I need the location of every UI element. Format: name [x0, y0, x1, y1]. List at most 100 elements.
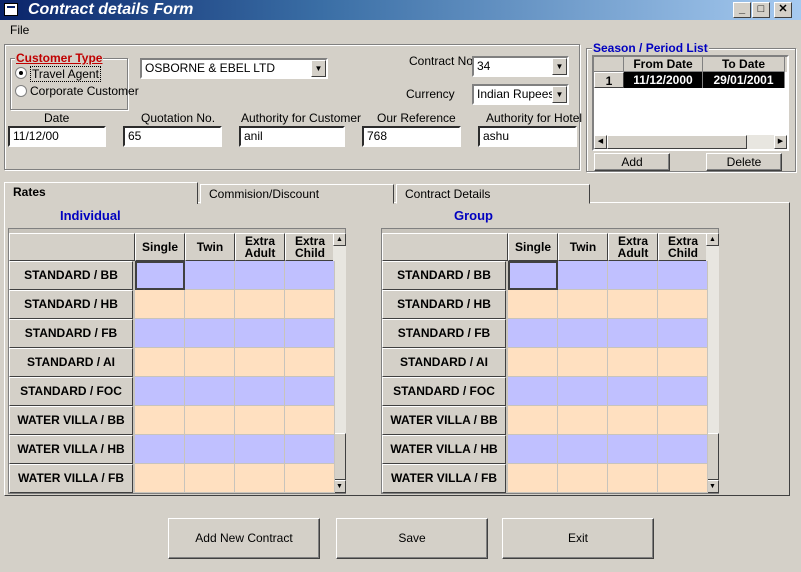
rate-cell[interactable] [558, 406, 608, 435]
tab-rates[interactable]: Rates [4, 182, 198, 204]
app-icon[interactable] [4, 3, 18, 16]
rate-cell[interactable] [658, 348, 708, 377]
rate-cell[interactable] [658, 290, 708, 319]
rate-cell[interactable] [558, 464, 608, 493]
rate-cell[interactable] [185, 319, 235, 348]
scroll-up-icon[interactable]: ▲ [706, 233, 719, 246]
rate-cell[interactable] [558, 261, 608, 290]
rate-cell[interactable] [508, 348, 558, 377]
add-new-contract-button[interactable]: Add New Contract [168, 518, 320, 559]
corporate-customer-label[interactable]: Corporate Customer [30, 84, 139, 98]
season-grid[interactable]: From Date To Date 1 11/12/2000 29/01/200… [592, 55, 789, 151]
rate-cell[interactable] [608, 435, 658, 464]
rate-cell[interactable] [135, 261, 185, 290]
authority-customer-field[interactable]: anil [239, 126, 345, 147]
rate-cell[interactable] [285, 377, 335, 406]
currency-select[interactable]: Indian Rupees ▼ [472, 84, 569, 105]
rate-cell[interactable] [508, 464, 558, 493]
rate-cell[interactable] [235, 319, 285, 348]
rate-cell[interactable] [285, 435, 335, 464]
rate-cell[interactable] [608, 319, 658, 348]
scroll-right-icon[interactable]: ▶ [774, 135, 787, 149]
season-row-index[interactable]: 1 [594, 72, 624, 88]
rate-cell[interactable] [608, 261, 658, 290]
rate-cell[interactable] [135, 348, 185, 377]
close-button[interactable]: ✕ [774, 2, 792, 18]
maximize-button[interactable]: □ [752, 2, 770, 18]
season-delete-button[interactable]: Delete [706, 153, 782, 171]
rate-cell[interactable] [235, 377, 285, 406]
rate-cell[interactable] [185, 261, 235, 290]
chevron-down-icon[interactable]: ▼ [311, 60, 326, 77]
rate-cell[interactable] [285, 406, 335, 435]
chevron-down-icon[interactable]: ▼ [552, 86, 567, 103]
individual-rate-grid[interactable]: Single Twin Extra Adult Extra Child ▲ ▼ ST… [8, 228, 346, 494]
rate-cell[interactable] [558, 319, 608, 348]
rate-cell[interactable] [185, 290, 235, 319]
rate-cell[interactable] [508, 319, 558, 348]
rate-cell[interactable] [235, 406, 285, 435]
rate-cell[interactable] [658, 319, 708, 348]
scroll-up-icon[interactable]: ▲ [333, 233, 346, 246]
rate-cell[interactable] [558, 377, 608, 406]
rate-cell[interactable] [608, 348, 658, 377]
season-hscroll[interactable]: ◀ ▶ [594, 135, 787, 149]
rate-cell[interactable] [135, 290, 185, 319]
date-field[interactable]: 11/12/00 [8, 126, 106, 147]
rate-cell[interactable] [185, 348, 235, 377]
rate-cell[interactable] [285, 290, 335, 319]
travel-agent-label[interactable]: Travel Agent [30, 66, 101, 82]
our-reference-field[interactable]: 768 [362, 126, 461, 147]
rate-cell[interactable] [508, 290, 558, 319]
rate-cell[interactable] [185, 435, 235, 464]
season-hscroll-thumb[interactable] [607, 135, 747, 149]
group-rate-grid[interactable]: Single Twin Extra Adult Extra Child ▲ ▼ ST… [381, 228, 719, 494]
exit-button[interactable]: Exit [502, 518, 654, 559]
contract-no-select[interactable]: 34 ▼ [472, 56, 569, 77]
rate-cell[interactable] [285, 348, 335, 377]
rate-cell[interactable] [135, 435, 185, 464]
tab-commission[interactable]: Commision/Discount [200, 184, 394, 204]
rate-cell[interactable] [235, 348, 285, 377]
tab-contract-details[interactable]: Contract Details [396, 184, 590, 204]
menu-file[interactable]: File [10, 23, 29, 37]
customer-select[interactable]: OSBORNE & EBEL LTD ▼ [140, 58, 328, 79]
season-row-to[interactable]: 29/01/2001 [703, 72, 785, 88]
rate-cell[interactable] [135, 319, 185, 348]
authority-hotel-field[interactable]: ashu [478, 126, 577, 147]
minimize-button[interactable]: _ [733, 2, 751, 18]
rate-cell[interactable] [558, 435, 608, 464]
rate-cell[interactable] [608, 406, 658, 435]
rate-cell[interactable] [658, 261, 708, 290]
season-add-button[interactable]: Add [594, 153, 670, 171]
rate-cell[interactable] [508, 406, 558, 435]
rate-cell[interactable] [608, 464, 658, 493]
rate-cell[interactable] [135, 406, 185, 435]
rate-cell[interactable] [508, 435, 558, 464]
rate-cell[interactable] [285, 261, 335, 290]
rate-cell[interactable] [658, 435, 708, 464]
scroll-left-icon[interactable]: ◀ [594, 135, 607, 149]
rate-cell[interactable] [235, 261, 285, 290]
rate-cell[interactable] [558, 348, 608, 377]
rate-cell[interactable] [135, 464, 185, 493]
rate-cell[interactable] [658, 464, 708, 493]
rate-cell[interactable] [285, 464, 335, 493]
rate-cell[interactable] [508, 377, 558, 406]
radio-corporate-customer[interactable] [15, 85, 27, 97]
rate-cell[interactable] [608, 377, 658, 406]
rate-cell[interactable] [608, 290, 658, 319]
rate-cell[interactable] [658, 377, 708, 406]
radio-travel-agent[interactable] [15, 67, 27, 79]
rate-cell[interactable] [235, 435, 285, 464]
save-button[interactable]: Save [336, 518, 488, 559]
rate-cell[interactable] [135, 377, 185, 406]
rate-cell[interactable] [558, 290, 608, 319]
rate-cell[interactable] [185, 406, 235, 435]
rate-cell[interactable] [235, 290, 285, 319]
chevron-down-icon[interactable]: ▼ [552, 58, 567, 75]
rate-cell[interactable] [658, 406, 708, 435]
rate-cell[interactable] [185, 377, 235, 406]
rate-cell[interactable] [235, 464, 285, 493]
quotation-field[interactable]: 65 [123, 126, 222, 147]
